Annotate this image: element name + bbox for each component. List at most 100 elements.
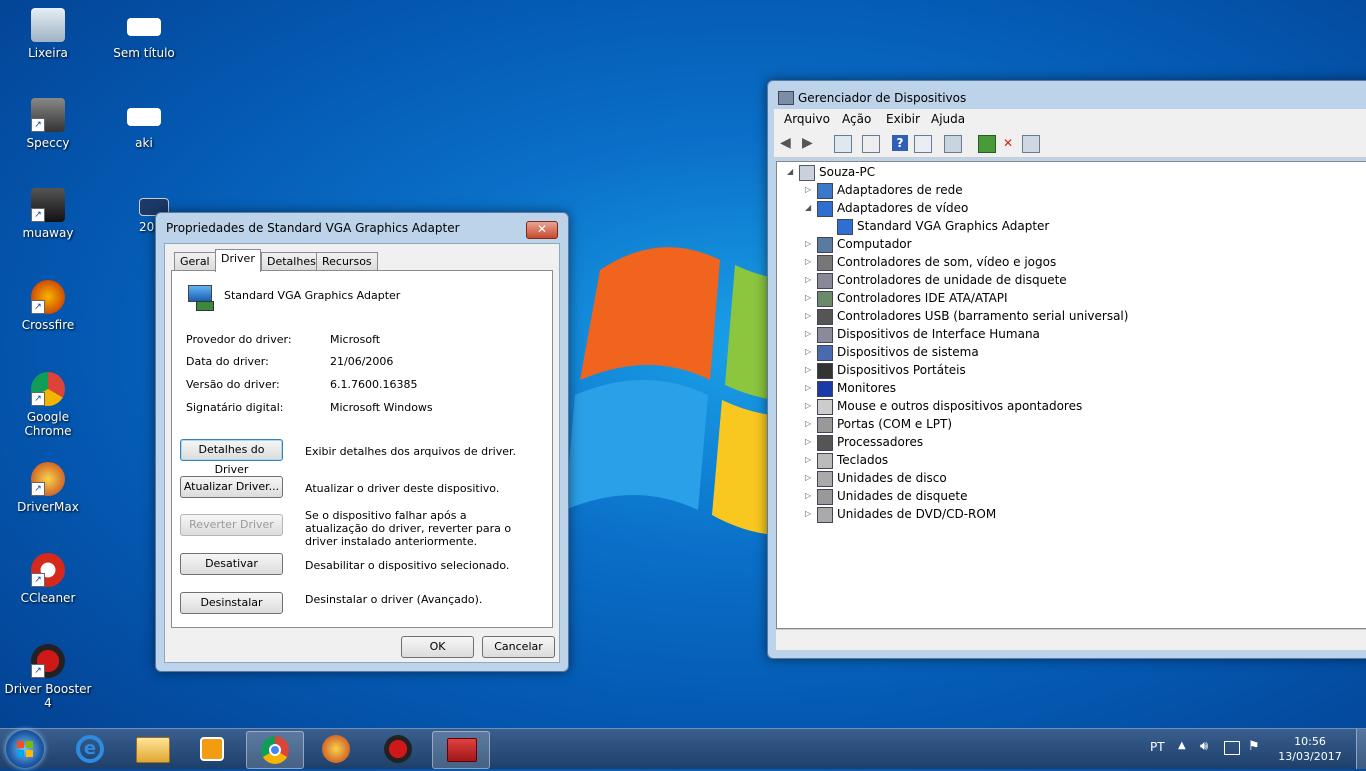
disable-device-button[interactable]: Desativar [180, 553, 283, 575]
tree-item[interactable]: ▷ Controladores USB (barramento serial un… [805, 307, 1225, 325]
scan-hardware-icon[interactable] [944, 135, 962, 153]
expand-arrow-icon[interactable]: ▷ [805, 451, 815, 469]
list-view-icon[interactable] [862, 135, 880, 153]
field-value: Microsoft [330, 333, 381, 346]
tree-item-label: Computador [837, 237, 912, 251]
tab-recursos[interactable]: Recursos [316, 252, 378, 271]
action-center-flag-icon[interactable]: ⚑ [1248, 739, 1260, 754]
collapse-arrow-icon[interactable]: ◢ [787, 163, 797, 181]
menu-exibir[interactable]: Exibir [886, 112, 920, 126]
tree-item[interactable]: ▷ Computador [805, 235, 1225, 253]
expand-arrow-icon[interactable]: ▷ [805, 325, 815, 343]
details-view-icon[interactable] [914, 135, 932, 153]
help-icon[interactable]: ? [892, 135, 908, 151]
action-description: Atualizar o driver deste dispositivo. [305, 482, 500, 495]
desktop-icon-speccy[interactable]: ↗ Speccy [3, 98, 93, 150]
tab-geral[interactable]: Geral [174, 252, 216, 271]
tree-item[interactable]: ▷ Dispositivos Portáteis [805, 361, 1225, 379]
cancel-button[interactable]: Cancelar [482, 636, 555, 658]
menu-ajuda[interactable]: Ajuda [931, 112, 965, 126]
desktop-icon-driver-booster[interactable]: ↗ Driver Booster 4 [3, 644, 93, 710]
window-title: Gerenciador de Dispositivos [798, 91, 967, 105]
taskbar-device-manager[interactable] [432, 731, 490, 769]
expand-arrow-icon[interactable]: ▷ [805, 397, 815, 415]
expand-arrow-icon[interactable]: ▷ [805, 343, 815, 361]
tab-driver[interactable]: Driver [215, 249, 261, 272]
expand-arrow-icon[interactable]: ▷ [805, 307, 815, 325]
desktop-icon-ccleaner[interactable]: ↗ CCleaner [3, 553, 93, 605]
tree-root[interactable]: ◢ Souza-PC [787, 163, 1087, 181]
expand-arrow-icon[interactable]: ▷ [805, 361, 815, 379]
volume-icon[interactable]: 🔊︎ [1200, 739, 1208, 754]
taskbar-driver-booster[interactable] [370, 731, 426, 767]
ok-button[interactable]: OK [401, 636, 474, 658]
uninstall-icon[interactable]: ✕ [1000, 135, 1016, 151]
desktop-icon-sem-titulo[interactable]: Sem título [99, 8, 189, 60]
taskbar-explorer[interactable] [124, 731, 180, 767]
desktop-icon-aki[interactable]: aki [99, 98, 189, 150]
expand-arrow-icon[interactable]: ▷ [805, 469, 815, 487]
start-button[interactable] [6, 730, 44, 768]
desktop-icon-drivermax[interactable]: ↗ DriverMax [3, 462, 93, 514]
expand-arrow-icon[interactable]: ▷ [805, 253, 815, 271]
update-driver-icon[interactable] [978, 135, 996, 153]
tree-item[interactable]: ▷ Unidades de disquete [805, 487, 1225, 505]
tree-item-child[interactable]: Standard VGA Graphics Adapter [825, 217, 1245, 235]
tree-item[interactable]: ▷ Monitores [805, 379, 1225, 397]
expand-arrow-icon[interactable]: ▷ [805, 181, 815, 199]
tree-item[interactable]: ▷ Processadores [805, 433, 1225, 451]
expand-arrow-icon[interactable]: ▷ [805, 487, 815, 505]
taskbar-drivermax[interactable] [308, 731, 364, 767]
expand-arrow-icon[interactable]: ▷ [805, 235, 815, 253]
tree-item[interactable]: ▷ Portas (COM e LPT) [805, 415, 1225, 433]
tree-item[interactable]: ▷ Controladores de unidade de disquete [805, 271, 1225, 289]
back-arrow-icon[interactable]: ◀ [780, 135, 796, 151]
menu-acao[interactable]: Ação [842, 112, 871, 126]
expand-arrow-icon[interactable]: ▷ [805, 415, 815, 433]
update-driver-button[interactable]: Atualizar Driver... [180, 476, 283, 498]
menu-arquivo[interactable]: Arquivo [784, 112, 830, 126]
properties-view-icon[interactable] [834, 135, 852, 153]
tree-item[interactable]: ▷ Adaptadores de rede [805, 181, 1225, 199]
tree-item[interactable]: ▷ Controladores de som, vídeo e jogos [805, 253, 1225, 271]
network-icon[interactable] [1224, 741, 1240, 755]
clock[interactable]: 10:56 13/03/2017 [1270, 734, 1350, 764]
desktop-icon-crossfire[interactable]: ↗ Crossfire [3, 280, 93, 332]
show-hidden-icons-icon[interactable]: ▲ [1178, 740, 1186, 751]
field-label: Data do driver: [186, 355, 269, 368]
expand-arrow-icon[interactable]: ▷ [805, 379, 815, 397]
tree-item[interactable]: ▷ Mouse e outros dispositivos apontadores [805, 397, 1225, 415]
desktop-icon-label: Lixeira [28, 46, 68, 60]
tree-item[interactable]: ▷ Controladores IDE ATA/ATAPI [805, 289, 1225, 307]
expand-arrow-icon[interactable]: ▷ [805, 433, 815, 451]
desktop-icon-muaway[interactable]: ↗ muaway [3, 188, 93, 240]
rollback-driver-button[interactable]: Reverter Driver [180, 514, 283, 536]
language-indicator[interactable]: PT [1150, 740, 1165, 754]
desktop-icon-label: aki [135, 136, 153, 150]
computer-icon [817, 237, 833, 253]
disable-device-icon[interactable] [1022, 135, 1040, 153]
forward-arrow-icon[interactable]: ▶ [802, 135, 818, 151]
uninstall-driver-button[interactable]: Desinstalar [180, 592, 283, 614]
close-button[interactable]: ✕ [526, 221, 558, 239]
desktop-icon-recycle-bin[interactable]: Lixeira [3, 8, 93, 60]
tree-item[interactable]: ▷ Teclados [805, 451, 1225, 469]
collapse-arrow-icon[interactable]: ◢ [805, 199, 815, 217]
driver-details-button[interactable]: Detalhes do Driver [180, 439, 283, 476]
tree-item[interactable]: ▷ Dispositivos de Interface Humana [805, 325, 1225, 343]
show-desktop-button[interactable] [1356, 729, 1366, 769]
taskbar-media-player[interactable] [184, 731, 240, 767]
tab-detalhes[interactable]: Detalhes [261, 252, 322, 271]
tree-item[interactable]: ▷ Dispositivos de sistema [805, 343, 1225, 361]
taskbar-internet-explorer[interactable]: e [62, 731, 118, 767]
desktop-icon-google-chrome[interactable]: ↗ Google Chrome [3, 372, 93, 438]
expand-arrow-icon[interactable]: ▷ [805, 289, 815, 307]
expand-arrow-icon[interactable]: ▷ [805, 505, 815, 523]
driver-tab-panel: Standard VGA Graphics Adapter Provedor d… [171, 270, 553, 628]
tree-item[interactable]: ▷ Unidades de DVD/CD-ROM [805, 505, 1225, 523]
taskbar-chrome[interactable] [246, 731, 304, 769]
tree-item[interactable]: ◢ Adaptadores de vídeo [805, 199, 1225, 217]
tree-item[interactable]: ▷ Unidades de disco [805, 469, 1225, 487]
monitor-icon [817, 381, 833, 397]
expand-arrow-icon[interactable]: ▷ [805, 271, 815, 289]
